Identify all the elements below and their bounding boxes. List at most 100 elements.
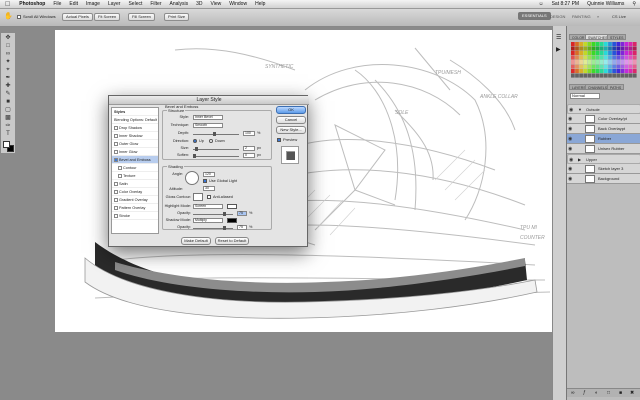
menu-layer[interactable]: Layer — [104, 0, 125, 9]
scroll-all-checkbox[interactable] — [17, 15, 21, 19]
actual-pixels-button[interactable]: Actual Pixels — [62, 13, 93, 21]
menu-help[interactable]: Help — [251, 0, 269, 9]
swatch-cell[interactable] — [575, 42, 579, 47]
depth-slider[interactable] — [193, 132, 239, 136]
swatch-cell[interactable] — [628, 51, 633, 56]
swatch-cell[interactable] — [595, 60, 600, 65]
swatch-cell[interactable] — [620, 55, 625, 60]
visibility-eye-icon[interactable]: ◉ — [568, 116, 574, 122]
eraser-tool-icon[interactable]: ▢ — [3, 107, 13, 114]
swatch-cell[interactable] — [595, 64, 600, 69]
soften-slider-knob[interactable] — [193, 154, 196, 158]
style-select[interactable]: Inner Bevel — [193, 115, 223, 120]
marquee-tool-icon[interactable]: □ — [3, 43, 13, 50]
swatch-cell[interactable] — [587, 42, 592, 47]
swatch-cell[interactable] — [620, 42, 625, 47]
fill-screen-button[interactable]: Fill Screen — [128, 13, 155, 21]
swatch-cell[interactable] — [599, 51, 604, 56]
swatch-cell[interactable] — [612, 64, 616, 69]
size-slider[interactable] — [193, 147, 239, 151]
swatch-cell[interactable] — [591, 73, 596, 78]
swatch-cell[interactable] — [583, 73, 588, 78]
actions-panel-icon[interactable]: ▶ — [556, 46, 561, 53]
swatch-cell[interactable] — [624, 73, 629, 78]
visibility-eye-icon[interactable]: ◉ — [568, 136, 574, 142]
menu-window[interactable]: Window — [225, 0, 251, 9]
swatch-cell[interactable] — [595, 42, 600, 47]
menu-select[interactable]: Select — [124, 0, 146, 9]
highlight-opacity-slider[interactable] — [193, 212, 233, 216]
swatch-cell[interactable] — [571, 64, 575, 69]
swatch-cell[interactable] — [575, 69, 579, 74]
style-checkbox[interactable] — [114, 150, 118, 154]
eyedropper-icon[interactable]: ✒ — [3, 75, 13, 82]
swatch-cell[interactable] — [583, 46, 588, 51]
swatch-cell[interactable] — [587, 73, 592, 78]
swatch-cell[interactable] — [604, 42, 608, 47]
swatch-cell[interactable] — [608, 42, 612, 47]
swatch-cell[interactable] — [624, 42, 629, 47]
swatch-cell[interactable] — [591, 60, 596, 65]
menu-view[interactable]: View — [207, 0, 226, 9]
style-item[interactable]: Stroke — [112, 212, 158, 220]
new-style-button[interactable]: New Style... — [276, 126, 306, 134]
swatch-cell[interactable] — [608, 60, 612, 65]
swatch-cell[interactable] — [624, 55, 629, 60]
layer-row[interactable]: ◉ ▶ Upper — [567, 154, 640, 164]
swatch-cell[interactable] — [616, 73, 621, 78]
swatch-cell[interactable] — [595, 69, 600, 74]
swatch-cell[interactable] — [604, 60, 608, 65]
swatch-cell[interactable] — [579, 69, 583, 74]
hand-tool-icon[interactable]: ✋ — [4, 13, 13, 21]
print-size-button[interactable]: Print Size — [164, 13, 190, 21]
type-tool-icon[interactable]: T — [3, 131, 13, 138]
swatch-cell[interactable] — [632, 73, 637, 78]
style-item[interactable]: Inner Shadow — [112, 132, 158, 140]
size-slider-knob[interactable] — [195, 147, 198, 151]
new-layer-icon[interactable]: ■ — [619, 390, 622, 396]
swatch-cell[interactable] — [632, 51, 637, 56]
tab-paths[interactable]: PATHS — [607, 84, 625, 90]
swatch-cell[interactable] — [571, 51, 575, 56]
swatch-cell[interactable] — [604, 69, 608, 74]
menu-analysis[interactable]: Analysis — [166, 0, 193, 9]
swatch-cell[interactable] — [624, 46, 629, 51]
swatch-cell[interactable] — [608, 69, 612, 74]
angle-field[interactable]: 120 — [203, 172, 215, 177]
swatch-cell[interactable] — [612, 73, 616, 78]
swatch-cell[interactable] — [612, 69, 616, 74]
soften-field[interactable]: 0 — [243, 153, 255, 158]
swatch-cell[interactable] — [628, 73, 633, 78]
gloss-contour-picker[interactable] — [193, 193, 203, 201]
style-item[interactable]: Inner Glow — [112, 148, 158, 156]
workspace-more[interactable]: » — [597, 14, 599, 19]
swatch-cell[interactable] — [583, 60, 588, 65]
menu-image[interactable]: Image — [82, 0, 104, 9]
swatch-cell[interactable] — [583, 55, 588, 60]
visibility-eye-icon[interactable]: ◉ — [569, 157, 575, 163]
swatch-cell[interactable] — [620, 69, 625, 74]
swatch-cell[interactable] — [599, 42, 604, 47]
pen-tool-icon[interactable]: ✑ — [3, 123, 13, 130]
visibility-eye-icon[interactable]: ◉ — [568, 146, 574, 152]
style-checkbox[interactable] — [114, 142, 118, 146]
swatch-cell[interactable] — [571, 55, 575, 60]
swatch-cell[interactable] — [575, 73, 579, 78]
style-checkbox[interactable] — [118, 174, 122, 178]
mask-icon[interactable]: ◐ — [595, 390, 598, 396]
swatch-cell[interactable] — [583, 64, 588, 69]
trash-icon[interactable]: ✖ — [630, 390, 634, 396]
swatch-cell[interactable] — [599, 60, 604, 65]
swatch-cell[interactable] — [591, 51, 596, 56]
swatch-cell[interactable] — [624, 51, 629, 56]
move-tool-icon[interactable]: ✥ — [3, 35, 13, 42]
gradient-tool-icon[interactable]: ▩ — [3, 115, 13, 122]
altitude-field[interactable]: 30 — [203, 186, 215, 191]
angle-dial[interactable] — [185, 171, 199, 185]
swatch-cell[interactable] — [628, 60, 633, 65]
layer-row[interactable]: ◉ Color Overlay/pt — [567, 114, 640, 124]
swatch-cell[interactable] — [571, 60, 575, 65]
style-item[interactable]: Gradient Overlay — [112, 196, 158, 204]
highlight-color-swatch[interactable] — [227, 204, 237, 209]
technique-select[interactable]: Smooth — [193, 123, 223, 128]
